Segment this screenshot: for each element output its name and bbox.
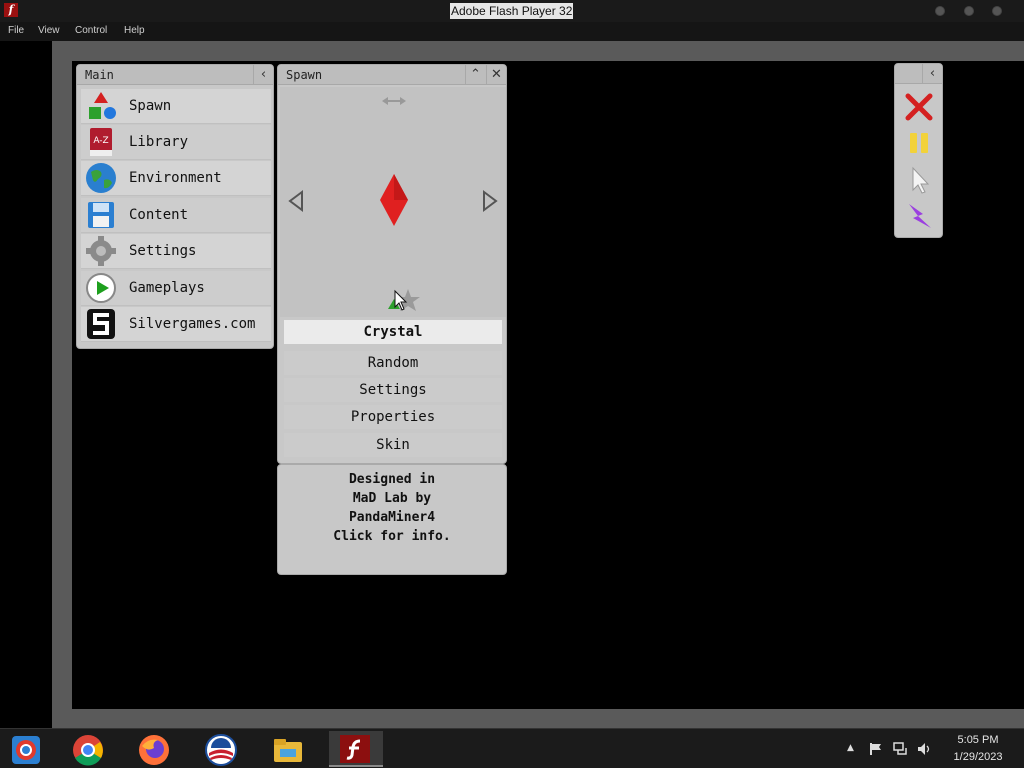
main-item-label: Settings <box>129 243 197 259</box>
flash-player-icon <box>340 735 370 763</box>
pointer-icon[interactable] <box>903 164 935 196</box>
tools-panel-header: ‹ <box>895 64 942 84</box>
menu-view[interactable]: View <box>38 25 60 36</box>
credits-line: Designed in <box>348 472 436 487</box>
main-item-settings[interactable]: Settings <box>81 234 271 269</box>
collapse-tools-button[interactable]: ‹ <box>922 64 942 84</box>
clock-date[interactable]: 1/29/2023 <box>938 751 1018 763</box>
file-explorer-icon <box>274 739 302 762</box>
clock-time[interactable]: 5:05 PM <box>938 734 1018 746</box>
main-item-silvergames[interactable]: Silvergames.com <box>81 307 271 342</box>
main-item-label: Spawn <box>129 98 172 114</box>
flag-icon[interactable] <box>869 742 883 756</box>
credits-line: PandaMiner4 <box>348 510 436 525</box>
resize-arrow-icon[interactable] <box>381 95 407 107</box>
credits-panel[interactable]: Designed in MaD Lab by PandaMiner4 Click… <box>277 464 507 575</box>
volume-icon[interactable] <box>917 742 933 756</box>
obama-icon <box>205 734 237 766</box>
menu-control[interactable]: Control <box>75 25 107 36</box>
main-item-label: Environment <box>129 170 222 186</box>
window-title: Adobe Flash Player 32 <box>450 3 574 19</box>
menu-bar: File View Control Help <box>0 22 1024 41</box>
main-item-label: Content <box>129 207 189 223</box>
window-titlebar: f Adobe Flash Player 32 <box>0 0 1024 22</box>
show-hidden-icons-icon[interactable]: ▲ <box>847 743 854 753</box>
flash-player-icon: f <box>4 3 18 17</box>
close-panel-button[interactable]: ✕ <box>486 65 506 85</box>
selected-object-crystal[interactable]: Crystal <box>284 320 502 344</box>
play-icon <box>86 273 116 303</box>
pause-icon[interactable] <box>903 127 935 159</box>
taskbar-app[interactable] <box>195 731 249 767</box>
globe-icon <box>86 163 116 193</box>
stage-border <box>52 709 1024 728</box>
chrome-icon <box>73 735 103 766</box>
properties-button[interactable]: Properties <box>284 405 502 429</box>
main-item-spawn[interactable]: Spawn <box>81 89 271 124</box>
stage-border <box>52 41 72 728</box>
lightning-icon[interactable] <box>903 200 935 232</box>
main-item-gameplays[interactable]: Gameplays <box>81 271 271 306</box>
collapse-button[interactable]: ‹ <box>253 65 273 85</box>
main-panel-title: Main <box>85 68 114 82</box>
taskbar-app[interactable] <box>62 731 116 767</box>
spawn-settings-button[interactable]: Settings <box>284 378 502 402</box>
main-item-label: Library <box>129 134 189 150</box>
taskbar: ▲ 5:05 PM 1/29/2023 <box>0 728 1024 768</box>
credits-line: Click for info. <box>333 529 451 544</box>
firefox-icon <box>139 735 169 765</box>
skin-button[interactable]: Skin <box>284 433 502 457</box>
gear-icon <box>86 236 116 266</box>
spawn-preview <box>280 87 506 317</box>
minimize-panel-button[interactable]: ⌃ <box>465 65 485 85</box>
floppy-disk-icon <box>88 202 114 228</box>
random-button[interactable]: Random <box>284 351 502 375</box>
spawn-panel: Spawn ⌃ ✕ Crystal Random Settings Proper… <box>277 64 507 464</box>
tools-panel: ‹ <box>894 63 943 238</box>
taskbar-app-active[interactable] <box>329 731 383 767</box>
main-item-library[interactable]: A-Z Library <box>81 125 271 160</box>
close-window-button[interactable] <box>992 6 1002 16</box>
main-panel: Main ‹ Spawn A-Z Library Environment Con… <box>76 64 274 349</box>
spawn-panel-header: Spawn ⌃ ✕ <box>278 65 506 85</box>
minimize-button[interactable] <box>935 6 945 16</box>
svg-text:A-Z: A-Z <box>93 136 108 146</box>
spawn-panel-title: Spawn <box>286 68 323 82</box>
main-item-content[interactable]: Content <box>81 198 271 233</box>
close-icon[interactable] <box>903 91 935 123</box>
taskbar-app[interactable] <box>262 731 316 767</box>
silvergames-logo-icon <box>87 309 115 339</box>
menu-help[interactable]: Help <box>124 25 145 36</box>
stage-border <box>52 41 1024 61</box>
next-arrow-icon[interactable] <box>482 190 498 212</box>
main-item-label: Silvergames.com <box>129 316 256 332</box>
chrome-remote-icon <box>12 736 40 764</box>
shapes-icon <box>89 92 116 119</box>
previous-arrow-icon[interactable] <box>288 190 304 212</box>
menu-file[interactable]: File <box>8 25 24 36</box>
taskbar-app[interactable] <box>0 731 54 767</box>
main-item-label: Gameplays <box>129 280 205 296</box>
credits-line: MaD Lab by <box>352 491 432 506</box>
main-panel-header: Main ‹ <box>77 65 273 85</box>
taskbar-app[interactable] <box>128 731 182 767</box>
crystal-icon <box>380 174 408 226</box>
maximize-button[interactable] <box>964 6 974 16</box>
book-icon: A-Z <box>90 128 112 156</box>
favorite-star-icon[interactable] <box>386 287 422 313</box>
network-icon[interactable] <box>893 742 909 756</box>
main-item-environment[interactable]: Environment <box>81 161 271 196</box>
